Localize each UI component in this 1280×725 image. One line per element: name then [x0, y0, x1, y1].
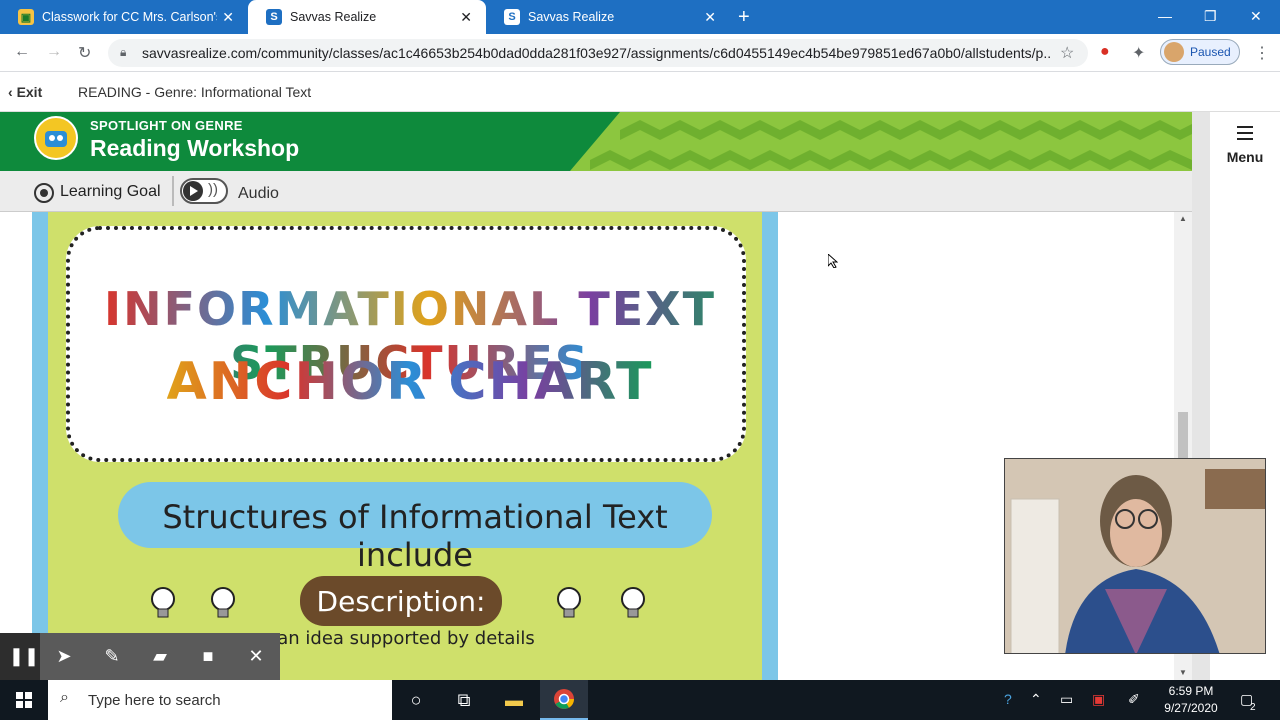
description-text: ...s an idea supported by details: [245, 628, 535, 649]
notification-count: 2: [1250, 702, 1256, 713]
task-view-icon[interactable]: ⧉: [440, 680, 488, 720]
poster-border-right: [762, 212, 778, 680]
close-icon[interactable]: ✕: [232, 633, 280, 680]
bookmark-star-icon[interactable]: ☆: [1060, 43, 1074, 63]
mouse-cursor-icon: [828, 254, 838, 268]
target-icon: [34, 183, 54, 203]
search-icon: ⌕: [60, 689, 69, 706]
file-explorer-icon[interactable]: ▬: [490, 680, 538, 720]
tab-savvas-active[interactable]: S Savvas Realize ✕: [248, 0, 486, 34]
cortana-icon[interactable]: ○: [392, 680, 440, 720]
scroll-down-icon[interactable]: ▼: [1179, 668, 1187, 677]
exit-button[interactable]: ‹ Exit: [8, 84, 42, 100]
window-close-icon[interactable]: ✕: [1250, 8, 1262, 25]
address-bar[interactable]: 🔒︎ savvasrealize.com/community/classes/a…: [108, 39, 1088, 67]
new-tab-icon[interactable]: +: [738, 6, 750, 29]
chevron-up-icon[interactable]: ⌃: [1030, 691, 1042, 708]
lightbulb-icon: [621, 587, 645, 618]
play-icon: [183, 181, 203, 201]
zigzag-pattern: [570, 112, 1192, 171]
close-tab-icon[interactable]: ✕: [222, 9, 234, 26]
audio-play-button[interactable]: )): [180, 178, 228, 204]
forward-icon[interactable]: →: [46, 43, 62, 61]
banner-title: Reading Workshop: [90, 135, 300, 161]
help-icon[interactable]: ?: [1004, 691, 1012, 707]
lightbulb-icon: [151, 587, 175, 618]
windows-logo-icon: [16, 692, 32, 708]
pen-icon[interactable]: ✎: [88, 633, 136, 680]
savvas-icon: S: [504, 9, 520, 25]
annotation-toolbar: ❚❚ ➤ ✎ ▰ ■ ✕: [0, 633, 280, 680]
restore-icon[interactable]: ❐: [1204, 8, 1217, 25]
profile-status: Paused: [1190, 45, 1231, 59]
clock-date: 9/27/2020: [1164, 701, 1218, 715]
lesson-toolbar: Learning Goal )) Audio: [0, 171, 1192, 212]
search-placeholder: Type here to search: [88, 692, 221, 709]
highlighter-icon[interactable]: ▰: [136, 633, 184, 680]
tab-classwork[interactable]: ▣ Classwork for CC Mrs. Carlson's 3 ✕: [0, 0, 248, 34]
spotlight-logo: [34, 116, 78, 160]
classroom-icon: ▣: [18, 9, 34, 25]
tab-savvas[interactable]: S Savvas Realize ✕: [486, 0, 730, 34]
poster-title-line2: ANCHOR CHART: [166, 352, 654, 412]
close-tab-icon[interactable]: ✕: [704, 9, 716, 26]
savvas-icon: S: [266, 9, 282, 25]
clock-time: 6:59 PM: [1168, 684, 1214, 698]
pointer-icon[interactable]: ➤: [40, 633, 88, 680]
poster-border-left: [32, 212, 48, 680]
camera-icon[interactable]: ■: [184, 633, 232, 680]
minimize-icon[interactable]: —: [1158, 8, 1172, 24]
battery-icon[interactable]: ▭: [1060, 691, 1073, 708]
avatar: [1164, 42, 1184, 62]
hamburger-icon: [1237, 126, 1253, 144]
tab-title: Classwork for CC Mrs. Carlson's 3: [42, 10, 217, 24]
browser-tab-strip: ▣ Classwork for CC Mrs. Carlson's 3 ✕ S …: [0, 0, 1280, 34]
extension-icon[interactable]: ●: [1100, 43, 1110, 61]
banner-kicker: SPOTLIGHT ON GENRE: [90, 118, 243, 133]
start-button[interactable]: [0, 680, 48, 720]
breadcrumb: READING - Genre: Informational Text: [78, 84, 312, 100]
back-icon[interactable]: ←: [14, 43, 30, 61]
lightbulb-icon: [557, 587, 581, 618]
owl-icon: [45, 131, 67, 147]
poster-subtitle-band: Structures of Informational Text include: [118, 482, 712, 574]
exit-label: Exit: [16, 84, 43, 100]
profile-button[interactable]: Paused: [1160, 39, 1240, 65]
description-label: Description:: [316, 585, 486, 618]
tab-title: Savvas Realize: [528, 10, 615, 24]
chrome-icon: [554, 689, 574, 709]
reading-workshop-banner: SPOTLIGHT ON GENRE Reading Workshop: [0, 112, 1192, 171]
browser-toolbar: ← → ↻ 🔒︎ savvasrealize.com/community/cla…: [0, 34, 1280, 72]
app-tray-icon[interactable]: ▣: [1092, 691, 1105, 708]
reload-icon[interactable]: ↻: [78, 43, 91, 63]
description-heading: Description:: [300, 576, 502, 626]
learning-goal-button[interactable]: Learning Goal: [60, 183, 161, 201]
windows-taskbar: ⌕ Type here to search ○ ⧉ ▬ ? ⌃ ▭ ▣ ✐ 6:…: [0, 680, 1280, 720]
url-text: savvasrealize.com/community/classes/ac1c…: [142, 45, 1052, 61]
kebab-menu-icon[interactable]: ⋮: [1254, 43, 1270, 63]
sound-waves-icon: )): [208, 181, 218, 198]
pen-workspace-icon[interactable]: ✐: [1128, 691, 1140, 708]
menu-button[interactable]: Menu: [1210, 112, 1280, 182]
taskbar-search-box[interactable]: ⌕ Type here to search: [48, 680, 392, 720]
presenter-video-image: [1005, 459, 1265, 653]
app-header: ‹ Exit READING - Genre: Informational Te…: [0, 72, 1280, 112]
divider: [172, 176, 174, 206]
audio-label: Audio: [238, 185, 279, 202]
poster-subtitle: Structures of Informational Text include: [162, 498, 668, 574]
scroll-up-icon[interactable]: ▲: [1179, 214, 1187, 223]
close-tab-icon[interactable]: ✕: [460, 9, 472, 26]
chevron-left-icon: ‹: [8, 84, 17, 100]
webcam-video: [1004, 458, 1266, 654]
lock-icon: 🔒︎: [120, 45, 127, 59]
chrome-taskbar-icon[interactable]: [540, 680, 588, 720]
poster-title-box: INFORMATIONAL TEXT STRUCTURES ANCHOR CHA…: [66, 226, 746, 462]
taskbar-clock[interactable]: 6:59 PM 9/27/2020: [1156, 683, 1226, 717]
lightbulb-icon: [211, 587, 235, 618]
menu-label: Menu: [1226, 149, 1264, 165]
extensions-puzzle-icon[interactable]: ✦: [1132, 43, 1145, 63]
tab-title: Savvas Realize: [290, 10, 377, 24]
